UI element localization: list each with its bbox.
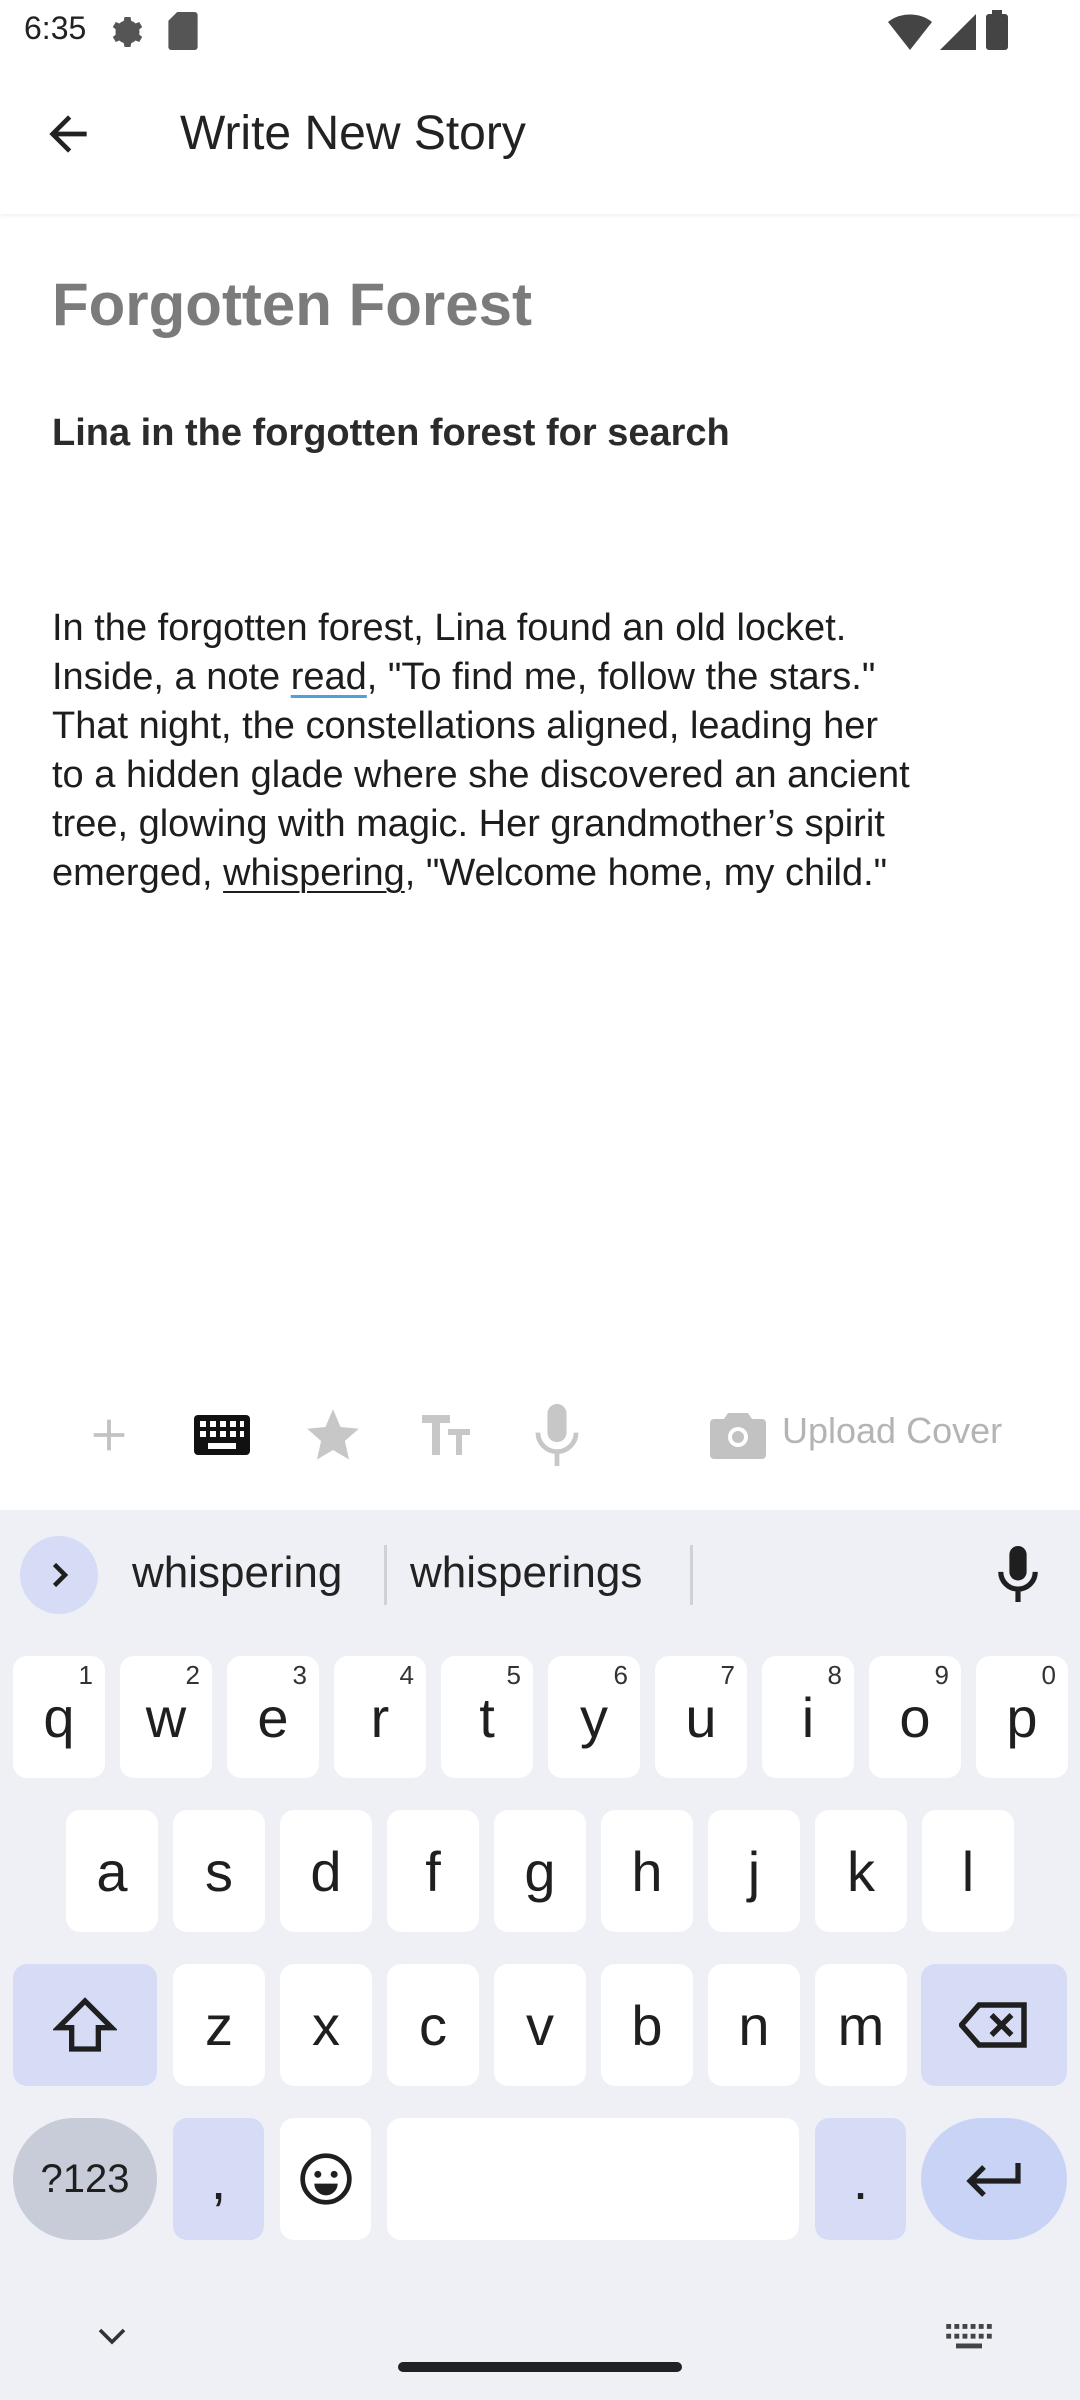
battery-icon xyxy=(986,10,1008,50)
switch-keyboard-icon[interactable] xyxy=(946,2324,992,2350)
microphone-icon xyxy=(535,1404,579,1466)
key-k[interactable]: k xyxy=(815,1810,907,1932)
upload-cover-button[interactable] xyxy=(708,1400,768,1470)
key-i[interactable]: i8 xyxy=(762,1656,854,1778)
key-m[interactable]: m xyxy=(815,1964,907,2086)
key-b[interactable]: b xyxy=(601,1964,693,2086)
emoji-key[interactable] xyxy=(280,2118,371,2240)
key-hint: 2 xyxy=(185,1660,200,1690)
key-hint: 3 xyxy=(292,1660,307,1690)
key-x[interactable]: x xyxy=(280,1964,372,2086)
key-a[interactable]: a xyxy=(66,1810,158,1932)
key-f[interactable]: f xyxy=(387,1810,479,1932)
add-button[interactable] xyxy=(84,1400,134,1470)
comma-key[interactable]: , xyxy=(173,2118,264,2240)
story-subtitle-field[interactable]: Lina in the forgotten forest for search xyxy=(52,412,730,455)
microphone-button[interactable] xyxy=(532,1400,582,1470)
spellcheck-word[interactable]: read xyxy=(291,656,367,698)
key-c[interactable]: c xyxy=(387,1964,479,2086)
emoji-icon xyxy=(299,2153,352,2205)
signal-icon xyxy=(940,14,976,50)
suggestion-2[interactable]: whisperings xyxy=(410,1548,642,1598)
keyboard-icon xyxy=(194,1415,250,1455)
key-h[interactable]: h xyxy=(601,1810,693,1932)
key-hint: 8 xyxy=(827,1660,842,1690)
settings-icon xyxy=(112,17,143,47)
key-n[interactable]: n xyxy=(708,1964,800,2086)
key-g[interactable]: g xyxy=(494,1810,586,1932)
key-j[interactable]: j xyxy=(708,1810,800,1932)
page-title: Write New Story xyxy=(180,107,526,160)
key-hint: 5 xyxy=(506,1660,521,1690)
voice-input-icon[interactable] xyxy=(998,1546,1038,1602)
suggestion-1[interactable]: whispering xyxy=(132,1548,342,1598)
star-icon xyxy=(307,1409,359,1460)
key-hint: 6 xyxy=(613,1660,628,1690)
key-hint: 7 xyxy=(720,1660,735,1690)
sd-card-icon xyxy=(168,12,198,50)
backspace-key[interactable] xyxy=(921,1964,1067,2086)
space-key[interactable] xyxy=(387,2118,799,2240)
upload-cover-label[interactable]: Upload Cover xyxy=(782,1410,1002,1452)
shift-key[interactable] xyxy=(13,1964,157,2086)
keyboard-button[interactable] xyxy=(190,1400,254,1470)
suggestion-divider xyxy=(690,1545,693,1605)
backspace-icon xyxy=(959,2002,1027,2048)
key-r[interactable]: r4 xyxy=(334,1656,426,1778)
key-t[interactable]: t5 xyxy=(441,1656,533,1778)
symbols-key[interactable]: ?123 xyxy=(13,2118,157,2240)
hide-keyboard-icon[interactable] xyxy=(94,2324,130,2348)
body-text: , "Welcome home, my child." xyxy=(404,852,888,894)
text-size-icon xyxy=(422,1415,470,1455)
key-q[interactable]: q1 xyxy=(13,1656,105,1778)
status-time: 6:35 xyxy=(24,10,87,46)
key-hint: 4 xyxy=(399,1660,414,1690)
key-v[interactable]: v xyxy=(494,1964,586,2086)
composing-word[interactable]: whispering xyxy=(223,852,405,894)
key-p[interactable]: p0 xyxy=(976,1656,1068,1778)
key-e[interactable]: e3 xyxy=(227,1656,319,1778)
story-title-field[interactable]: Forgotten Forest xyxy=(52,270,532,339)
key-l[interactable]: l xyxy=(922,1810,1014,1932)
camera-icon xyxy=(710,1413,766,1459)
key-u[interactable]: u7 xyxy=(655,1656,747,1778)
key-s[interactable]: s xyxy=(173,1810,265,1932)
enter-icon xyxy=(966,2163,1021,2197)
soft-keyboard xyxy=(0,1510,1080,2400)
shift-icon xyxy=(53,1997,117,2052)
key-hint: 9 xyxy=(934,1660,949,1690)
key-w[interactable]: w2 xyxy=(120,1656,212,1778)
key-y[interactable]: y6 xyxy=(548,1656,640,1778)
chevron-right-icon xyxy=(52,1562,69,1588)
app-bar xyxy=(0,64,1080,214)
key-d[interactable]: d xyxy=(280,1810,372,1932)
story-body-field[interactable]: In the forgotten forest, Lina found an o… xyxy=(52,604,1012,898)
key-hint: 0 xyxy=(1041,1660,1056,1690)
key-z[interactable]: z xyxy=(173,1964,265,2086)
expand-toolbar-button[interactable] xyxy=(20,1536,98,1614)
key-hint: 1 xyxy=(78,1660,93,1690)
wifi-icon xyxy=(888,14,932,50)
key-o[interactable]: o9 xyxy=(869,1656,961,1778)
period-key[interactable]: . xyxy=(815,2118,906,2240)
favorite-button[interactable] xyxy=(300,1400,366,1470)
enter-key[interactable] xyxy=(921,2118,1067,2240)
back-arrow-icon[interactable] xyxy=(40,106,96,162)
add-icon xyxy=(93,1419,125,1451)
status-bar: 6:35 xyxy=(0,0,1080,64)
suggestion-divider xyxy=(384,1545,387,1605)
text-size-button[interactable] xyxy=(416,1400,476,1470)
gesture-nav-handle[interactable] xyxy=(398,2362,682,2372)
